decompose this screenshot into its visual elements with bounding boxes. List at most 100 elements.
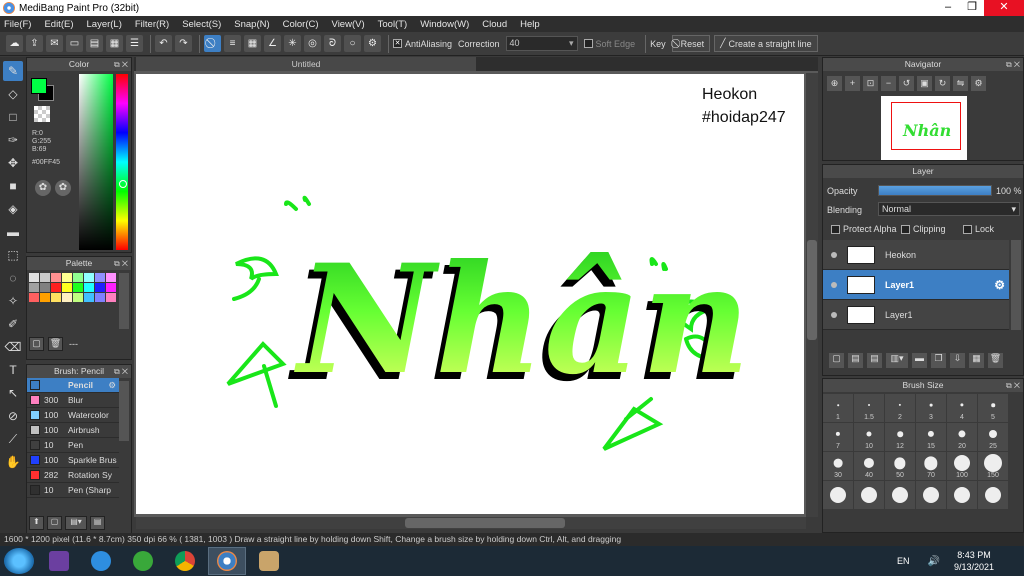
brush-tool-icon[interactable]: ✎ — [3, 61, 23, 81]
palette-scrollbar[interactable] — [119, 273, 129, 329]
fit-window-icon[interactable]: ▣ — [917, 76, 932, 91]
brush-item[interactable]: 10 Pen (Sharp — [27, 483, 119, 498]
palette-swatch[interactable] — [51, 283, 61, 292]
layer-row[interactable]: Layer1 — [823, 300, 1009, 330]
chat-icon[interactable]: ▭ — [66, 35, 83, 52]
gradient-tool-icon[interactable]: ▬ — [3, 222, 23, 242]
brush-settings-icon[interactable]: ▤ — [90, 516, 105, 530]
taskbar-internet-explorer[interactable] — [82, 547, 120, 575]
new-8bit-layer-icon[interactable]: ▤ — [867, 353, 882, 368]
palette-swatch[interactable] — [29, 293, 39, 302]
layer-more-icon[interactable]: ▦ — [969, 353, 984, 368]
panel-options-icon[interactable]: ⧉ ✕ — [114, 58, 128, 71]
brush-size-cell[interactable]: 1.5 — [854, 394, 884, 422]
horizontal-scroll-thumb[interactable] — [405, 518, 565, 528]
palette-swatch[interactable] — [62, 283, 72, 292]
panel-options-icon[interactable]: ⧉ ✕ — [114, 365, 128, 378]
start-button[interactable] — [4, 548, 34, 574]
folder-icon[interactable]: ▬ — [912, 353, 927, 368]
navigator-options-icon[interactable]: ⚙ — [971, 76, 986, 91]
menu-help[interactable]: Help — [520, 19, 540, 30]
brush-size-cell[interactable] — [978, 481, 1008, 509]
divide-tool-icon[interactable]: ⟋ — [3, 429, 23, 449]
brush-size-cell[interactable]: 20 — [947, 423, 977, 451]
color-wheel-icon[interactable]: ✿ — [35, 180, 51, 196]
fill-rect-tool-icon[interactable]: ■ — [3, 176, 23, 196]
eyedropper-tool-icon[interactable]: ⊘ — [3, 406, 23, 426]
bucket-tool-icon[interactable]: ◈ — [3, 199, 23, 219]
palette-swatch[interactable] — [40, 273, 50, 282]
brush-item[interactable]: 10 Pen — [27, 438, 119, 453]
palette-swatch[interactable] — [51, 293, 61, 302]
duplicate-layer-icon[interactable]: ❐ — [931, 353, 946, 368]
menu-tool[interactable]: Tool(T) — [378, 19, 408, 30]
transparent-swatch[interactable] — [34, 106, 50, 122]
brush-size-cell[interactable]: 4 — [947, 394, 977, 422]
palette-swatch[interactable] — [29, 283, 39, 292]
select-pen-tool-icon[interactable]: ✐ — [3, 314, 23, 334]
panel-options-icon[interactable]: ⧉ ✕ — [1006, 379, 1020, 392]
brush-size-cell[interactable]: 150 — [978, 452, 1008, 480]
palette-swatch[interactable] — [106, 293, 116, 302]
palette-swatch[interactable] — [84, 293, 94, 302]
brush-item[interactable]: 100 Watercolor — [27, 408, 119, 423]
foreground-color-swatch[interactable] — [31, 78, 47, 94]
brush-size-cell[interactable] — [885, 481, 915, 509]
brush-size-cell[interactable]: 70 — [916, 452, 946, 480]
taskbar-visual-studio[interactable] — [40, 547, 78, 575]
menu-cloud[interactable]: Cloud — [482, 19, 507, 30]
menu-filter[interactable]: Filter(R) — [135, 19, 169, 30]
brush-size-cell[interactable]: 3 — [916, 394, 946, 422]
menu-view[interactable]: View(V) — [332, 19, 365, 30]
snap-radial-icon[interactable]: ✳ — [284, 35, 301, 52]
rotate-right-icon[interactable]: ↻ — [935, 76, 950, 91]
brush-size-cell[interactable]: 7 — [823, 423, 853, 451]
brush-size-cell[interactable] — [823, 481, 853, 509]
brush-size-cell[interactable]: 40 — [854, 452, 884, 480]
palette-swatch[interactable] — [95, 283, 105, 292]
navigator-viewport-rect[interactable] — [891, 102, 961, 150]
menu-file[interactable]: File(F) — [4, 19, 31, 30]
correction-select[interactable]: 40 — [505, 36, 578, 51]
zoom-fit-icon[interactable]: ⊕ — [827, 76, 842, 91]
menu-window[interactable]: Window(W) — [420, 19, 469, 30]
select-eraser-tool-icon[interactable]: ⌫ — [3, 337, 23, 357]
settings-list-icon[interactable]: ▦ — [106, 35, 123, 52]
redo-icon[interactable]: ↷ — [175, 35, 192, 52]
menu-snap[interactable]: Snap(N) — [234, 19, 269, 30]
undo-icon[interactable]: ↶ — [155, 35, 172, 52]
text-tool-icon[interactable]: T — [3, 360, 23, 380]
brush-size-cell[interactable]: 50 — [885, 452, 915, 480]
menu-layer[interactable]: Layer(L) — [87, 19, 122, 30]
visibility-icon[interactable] — [831, 251, 837, 258]
layer-row-selected[interactable]: Layer1 ⚙ — [823, 270, 1009, 300]
brush-item[interactable]: 100 Airbrush — [27, 423, 119, 438]
lock-checkbox[interactable]: Lock — [963, 224, 994, 234]
flip-icon[interactable]: ⇋ — [953, 76, 968, 91]
palette-swatch[interactable] — [73, 273, 83, 282]
brush-size-cell[interactable]: 100 — [947, 452, 977, 480]
document-icon[interactable]: ▤ — [86, 35, 103, 52]
vertical-scroll-thumb[interactable] — [807, 240, 817, 340]
brush-size-cell[interactable] — [947, 481, 977, 509]
brush-size-cell[interactable]: 25 — [978, 423, 1008, 451]
merge-layer-icon[interactable]: ⇩ — [950, 353, 965, 368]
saturation-value-field[interactable] — [79, 74, 113, 250]
brush-scrollbar[interactable] — [119, 381, 129, 441]
rectangle-tool-icon[interactable]: □ — [3, 107, 23, 127]
soft-edge-checkbox[interactable]: Soft Edge — [583, 39, 635, 49]
opacity-slider[interactable] — [878, 185, 992, 196]
add-brush-icon[interactable]: ⬆ — [29, 516, 44, 530]
panel-options-icon[interactable]: ⧉ ✕ — [1006, 58, 1020, 71]
brush-size-cell[interactable] — [854, 481, 884, 509]
zoom-out-icon[interactable]: − — [881, 76, 896, 91]
close-button[interactable]: ✕ — [984, 0, 1024, 16]
straight-line-button[interactable]: ╱ Create a straight line — [714, 35, 818, 52]
menu-edit[interactable]: Edit(E) — [44, 19, 73, 30]
palette-swatch[interactable] — [73, 293, 83, 302]
palette-swatch[interactable] — [106, 283, 116, 292]
layer-settings-icon[interactable]: ⚙ — [994, 278, 1005, 292]
magic-wand-tool-icon[interactable]: ✧ — [3, 291, 23, 311]
new-halftone-layer-icon[interactable]: ▤ — [848, 353, 863, 368]
operation-tool-icon[interactable]: ↖ — [3, 383, 23, 403]
